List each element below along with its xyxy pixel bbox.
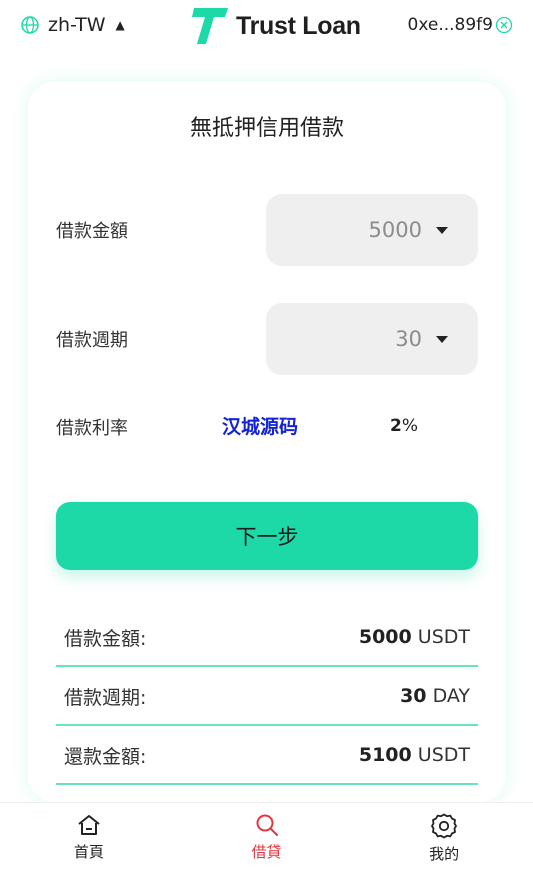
language-label: zh-TW	[48, 14, 106, 36]
close-circle-icon[interactable]	[495, 16, 513, 34]
summary-label: 借款金額:	[64, 627, 147, 650]
summary-number: 5000	[358, 626, 412, 648]
nav-item-loan[interactable]: 借貸	[178, 803, 356, 870]
summary-label: 還款金額:	[64, 745, 147, 768]
amount-select[interactable]: 5000	[266, 194, 478, 266]
nav-item-home[interactable]: 首頁	[0, 803, 178, 870]
summary-unit: USDT	[417, 626, 470, 648]
period-value: 30	[395, 327, 422, 351]
summary-unit: DAY	[432, 685, 470, 707]
period-select[interactable]: 30	[266, 303, 478, 375]
summary-number: 5100	[358, 744, 412, 766]
summary-value: 5000 USDT	[359, 626, 470, 648]
nav-label-home: 首頁	[73, 843, 104, 861]
globe-icon	[21, 16, 39, 34]
search-icon	[256, 814, 278, 836]
wallet-address[interactable]: 0xe...89f9	[408, 15, 513, 35]
nav-label-loan: 借貸	[251, 843, 282, 861]
caret-up-icon: ▲	[115, 18, 125, 32]
language-selector[interactable]: zh-TW ▲	[20, 14, 125, 36]
watermark-text: 汉城源码	[222, 416, 299, 438]
card-title: 無抵押信用借款	[189, 116, 344, 141]
rate-value: 2%	[390, 416, 418, 436]
rate-number: 2	[390, 416, 402, 436]
rate-unit: %	[401, 416, 418, 436]
home-icon	[78, 815, 100, 835]
summary-row-amount: 借款金額: 5000 USDT	[56, 609, 478, 667]
gear-icon	[431, 813, 458, 839]
bottom-nav: 首頁 借貸 我的	[0, 802, 533, 870]
summary-label: 借款週期:	[64, 686, 147, 709]
rate-label: 借款利率	[56, 418, 128, 439]
nav-item-profile[interactable]: 我的	[355, 803, 533, 870]
logo-text: Trust Loan	[236, 11, 361, 40]
nav-label-profile: 我的	[429, 845, 460, 863]
summary-row-repayment: 還款金額: 5100 USDT	[56, 727, 478, 785]
app-logo: Trust Loan	[192, 6, 361, 46]
loan-card: 無抵押信用借款 借款金額 5000 借款週期 30 借款利率 汉城源码 2% 下…	[28, 82, 506, 802]
period-label: 借款週期	[56, 330, 128, 351]
summary-value: 5100 USDT	[359, 744, 470, 766]
wallet-address-text: 0xe...89f9	[407, 15, 493, 35]
summary-unit: USDT	[417, 744, 470, 766]
amount-value: 5000	[368, 218, 422, 242]
dropdown-arrow-icon	[436, 335, 448, 343]
dropdown-arrow-icon	[436, 226, 448, 234]
amount-label: 借款金額	[56, 221, 128, 242]
summary-number: 30	[400, 685, 427, 707]
summary-row-period: 借款週期: 30 DAY	[56, 668, 478, 726]
summary-value: 30 DAY	[400, 685, 470, 707]
next-step-button[interactable]: 下一步	[56, 502, 478, 570]
top-bar: zh-TW ▲ Trust Loan 0xe...89f9	[0, 0, 533, 54]
trust-loan-logo-icon	[192, 8, 228, 44]
